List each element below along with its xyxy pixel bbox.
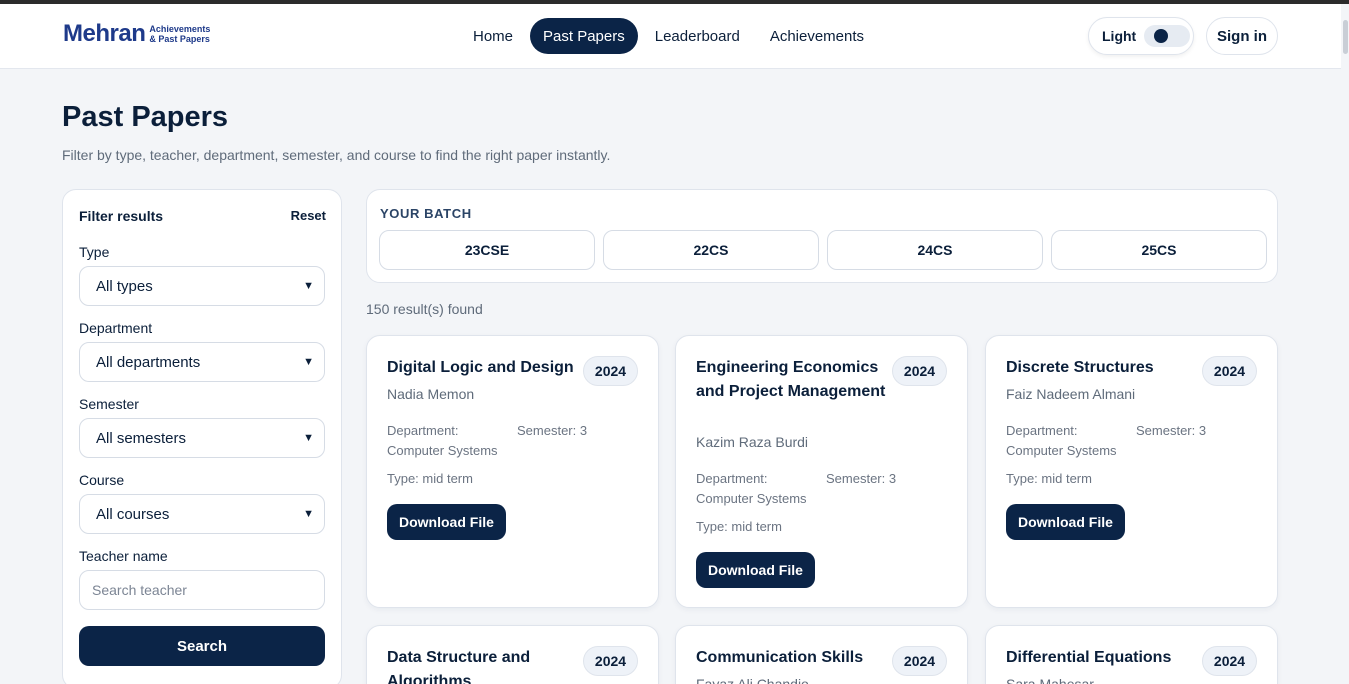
chevron-down-icon: ▼ — [303, 356, 314, 368]
paper-semester: Semester: 3 — [826, 471, 897, 486]
department-select[interactable]: All departments ▼ — [79, 342, 325, 382]
paper-department: Department: Computer Systems — [1006, 423, 1117, 458]
paper-semester: Semester: 3 — [1136, 423, 1207, 438]
paper-title: Engineering Economics and Project Manage… — [696, 359, 886, 400]
nav-achievements[interactable]: Achievements — [757, 18, 877, 54]
sign-in-button[interactable]: Sign in — [1206, 17, 1278, 55]
year-badge: 2024 — [1202, 356, 1257, 386]
theme-label: Light — [1102, 28, 1137, 44]
nav-past-papers[interactable]: Past Papers — [530, 18, 638, 54]
batch-option-24cs[interactable]: 24CS — [827, 230, 1043, 270]
department-label: Department — [79, 320, 153, 336]
batch-options: 23CSE 22CS 24CS 25CS — [379, 230, 1267, 270]
paper-title: Communication Skills — [696, 649, 864, 666]
paper-type: Type: mid term — [696, 519, 782, 534]
semester-select[interactable]: All semesters ▼ — [79, 418, 325, 458]
paper-title: Differential Equations — [1006, 649, 1172, 666]
paper-card: Digital Logic and Design 2024 Nadia Memo… — [366, 335, 659, 608]
nav-home[interactable]: Home — [460, 18, 526, 54]
filter-panel: Filter results Reset Type All types ▼ De… — [62, 189, 342, 684]
semester-label: Semester — [79, 396, 139, 412]
page-subtitle: Filter by type, teacher, department, sem… — [62, 147, 611, 163]
site-logo[interactable]: Mehran Achievements & Past Papers — [63, 20, 210, 48]
batch-option-25cs[interactable]: 25CS — [1051, 230, 1267, 270]
teacher-label: Teacher name — [79, 548, 168, 564]
batch-label: YOUR BATCH — [380, 206, 472, 221]
year-badge: 2024 — [892, 646, 947, 676]
main-nav: Home Past Papers Leaderboard Achievement… — [460, 18, 877, 54]
paper-type: Type: mid term — [387, 471, 473, 486]
reset-filters-button[interactable]: Reset — [291, 208, 326, 224]
batch-option-23cse[interactable]: 23CSE — [379, 230, 595, 270]
year-badge: 2024 — [1202, 646, 1257, 676]
nav-leaderboard[interactable]: Leaderboard — [642, 18, 753, 54]
paper-card: Engineering Economics and Project Manage… — [675, 335, 968, 608]
paper-department: Department: Computer Systems — [387, 423, 498, 458]
switch-knob — [1154, 29, 1169, 43]
type-select[interactable]: All types ▼ — [79, 266, 325, 306]
paper-title: Data Structure and Algorithms — [387, 649, 531, 684]
paper-card: Differential Equations 2024 Sara Mahesar — [985, 625, 1278, 684]
paper-card: Discrete Structures 2024 Faiz Nadeem Alm… — [985, 335, 1278, 608]
paper-card: Data Structure and Algorithms 2024 — [366, 625, 659, 684]
department-select-value: All departments — [96, 353, 201, 371]
theme-toggle[interactable]: Light — [1088, 17, 1194, 55]
result-count: 150 result(s) found — [366, 301, 483, 317]
batch-panel: YOUR BATCH 23CSE 22CS 24CS 25CS — [366, 189, 1278, 283]
paper-teacher: Fayaz Ali Chandio — [696, 676, 809, 684]
page-scrollbar[interactable] — [1341, 4, 1349, 684]
logo-tagline: Achievements & Past Papers — [149, 24, 210, 44]
year-badge: 2024 — [583, 646, 638, 676]
batch-option-22cs[interactable]: 22CS — [603, 230, 819, 270]
paper-title: Digital Logic and Design — [387, 359, 574, 376]
download-file-button[interactable]: Download File — [1006, 504, 1125, 540]
paper-teacher: Nadia Memon — [387, 386, 475, 402]
chevron-down-icon: ▼ — [303, 432, 314, 444]
teacher-search-input[interactable] — [79, 570, 325, 610]
paper-type: Type: mid term — [1006, 471, 1092, 486]
logo-tagline-line1: Achievements — [149, 24, 211, 34]
chevron-down-icon: ▼ — [303, 508, 314, 520]
filter-title: Filter results — [79, 208, 164, 224]
page-title: Past Papers — [62, 101, 229, 133]
download-file-button[interactable]: Download File — [696, 552, 815, 588]
semester-select-value: All semesters — [96, 429, 187, 447]
course-label: Course — [79, 472, 125, 488]
download-file-button[interactable]: Download File — [387, 504, 506, 540]
search-button[interactable]: Search — [79, 626, 325, 666]
paper-department: Department: Computer Systems — [696, 471, 807, 506]
course-select-value: All courses — [96, 505, 170, 523]
year-badge: 2024 — [583, 356, 638, 386]
theme-switch[interactable] — [1144, 25, 1191, 47]
paper-teacher: Sara Mahesar — [1006, 676, 1094, 684]
chevron-down-icon: ▼ — [303, 280, 314, 292]
type-label: Type — [79, 244, 110, 260]
paper-title: Discrete Structures — [1006, 359, 1154, 376]
paper-teacher: Faiz Nadeem Almani — [1006, 386, 1136, 402]
type-select-value: All types — [96, 277, 153, 295]
paper-card: Communication Skills 2024 Fayaz Ali Chan… — [675, 625, 968, 684]
course-select[interactable]: All courses ▼ — [79, 494, 325, 534]
paper-semester: Semester: 3 — [517, 423, 588, 438]
year-badge: 2024 — [892, 356, 947, 386]
paper-teacher: Kazim Raza Burdi — [696, 434, 809, 450]
scrollbar-thumb[interactable] — [1343, 20, 1348, 54]
filter-header: Filter results Reset — [79, 208, 326, 224]
logo-wordmark: Mehran — [63, 20, 146, 47]
logo-tagline-line2: & Past Papers — [149, 34, 210, 44]
top-navbar: Mehran Achievements & Past Papers Home P… — [0, 4, 1341, 69]
